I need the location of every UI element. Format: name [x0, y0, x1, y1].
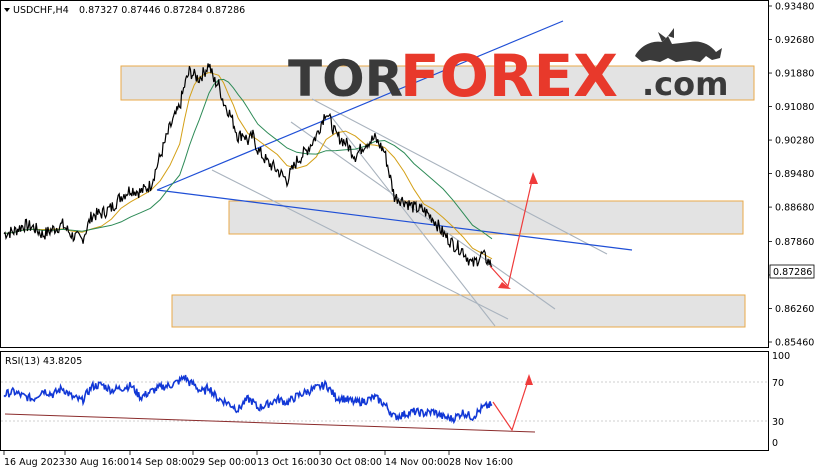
rsi-tick-100: 100: [772, 351, 790, 362]
price-tick-label: 0.85460: [775, 338, 814, 349]
price-tick-label: 0.91880: [775, 69, 814, 80]
chart-window: TOR FOREX .com USDCHF,H4 0.87327 0.87446…: [0, 0, 816, 471]
time-tick-label: 29 Sep 00:00: [193, 457, 256, 468]
price-tick-label: 0.91080: [775, 102, 814, 113]
rsi-tick-70: 70: [772, 378, 784, 389]
header-info: USDCHF,H4 0.87327 0.87446 0.87284 0.8728…: [4, 5, 245, 16]
time-tick-label: 13 Oct 16:00: [257, 457, 319, 468]
rsi-tick-0: 0: [772, 438, 778, 449]
support-zone-bottom: [171, 294, 746, 328]
price-tick-label: 0.93480: [775, 2, 814, 13]
usdchf-h4-chart: TOR FOREX .com USDCHF,H4 0.87327 0.87446…: [0, 0, 815, 468]
price-tick-label: 0.88680: [775, 203, 814, 214]
price-tick-label: 0.86260: [775, 304, 814, 315]
rsi-axis: 100 70 30 0: [772, 351, 790, 449]
current-price-value: 0.87286: [773, 267, 812, 278]
rsi-tick-30: 30: [772, 417, 784, 428]
price-axis: 0.93480 0.92680 0.91880 0.91080 0.90280 0.894…: [768, 2, 814, 349]
logo-text-tor: TOR: [288, 50, 403, 108]
current-price-tag: 0.87286: [769, 264, 815, 279]
price-tick-label: 0.89480: [775, 169, 814, 180]
logo-text-com: .com: [642, 65, 728, 103]
time-tick-label: 30 Aug 16:00: [65, 457, 129, 468]
price-tick-label: 0.92680: [775, 35, 814, 46]
time-axis: 16 Aug 2023 30 Aug 16:00 14 Sep 08:00 29 Se…: [3, 451, 513, 468]
instrument-label: USDCHF,H4: [13, 5, 69, 16]
rsi-panel-frame: [0, 351, 769, 451]
price-tick-label: 0.87860: [775, 237, 814, 248]
logo-text-forex: FOREX: [400, 42, 618, 110]
rsi-label: RSI(13) 43.8205: [5, 356, 82, 367]
time-tick-label: 14 Nov 00:00: [385, 457, 449, 468]
ohlc-label: 0.87327 0.87446 0.87284 0.87286: [79, 5, 245, 16]
price-tick-label: 0.90280: [775, 136, 814, 147]
time-tick-label: 28 Nov 16:00: [449, 457, 513, 468]
time-tick-label: 14 Sep 08:00: [130, 457, 193, 468]
time-tick-label: 30 Oct 08:00: [320, 457, 382, 468]
time-tick-label: 16 Aug 2023: [4, 457, 65, 468]
